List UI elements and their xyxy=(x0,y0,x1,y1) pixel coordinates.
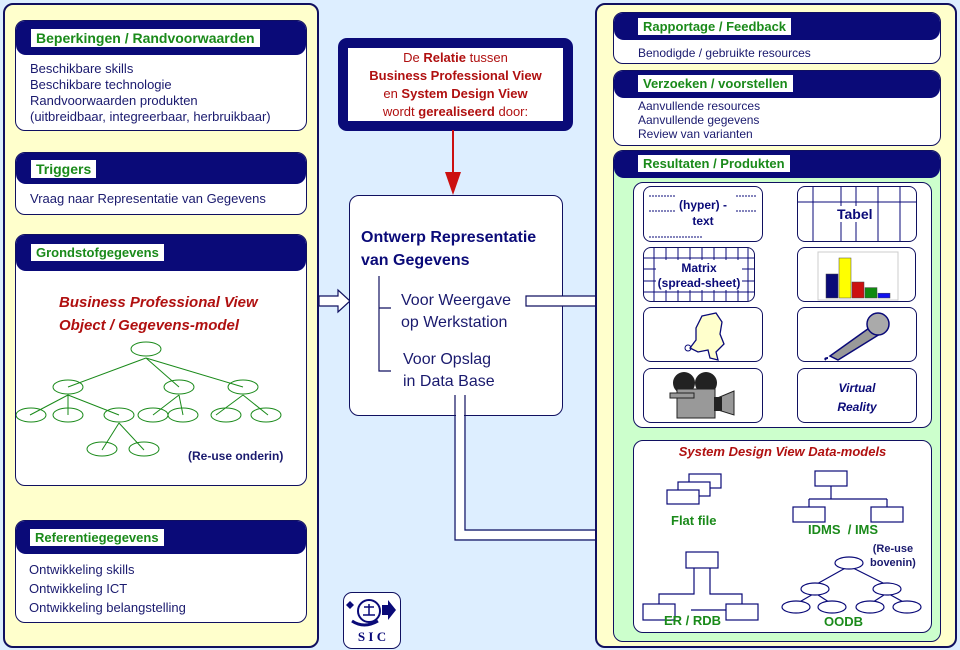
reference-box: Referentiegegevens Ontwikkeling skills On… xyxy=(15,520,307,623)
report-text: Benodigde / gebruikte resources xyxy=(638,46,811,60)
red-down-arrow-icon xyxy=(445,130,461,195)
bar-icon-mark xyxy=(825,273,839,299)
table-item[interactable]: Tabel xyxy=(797,186,917,242)
report-box: Rapportage / Feedback Benodigde / gebrui… xyxy=(613,12,941,64)
idms-label: IDMS / IMS xyxy=(808,522,879,537)
scale-logo-icon xyxy=(346,599,396,627)
bpv-label: Business Professional View xyxy=(59,294,258,311)
bar-icon-mark xyxy=(851,281,865,299)
bar-icon-mark xyxy=(864,287,878,299)
er-rdb-label: ER / RDB xyxy=(664,613,722,628)
object-model-label: Object / Gegevens-model xyxy=(59,317,240,334)
oodb-label: OODB xyxy=(824,614,863,629)
virtual-reality-item[interactable]: Virtual Reality xyxy=(797,368,917,423)
hollow-right-arrow-icon xyxy=(318,288,351,314)
relation-box: De Relatie tussen Business Professional … xyxy=(338,38,573,131)
bar-chart-icon xyxy=(817,251,899,301)
constraints-title: Beperkingen / Randvoorwaarden xyxy=(31,29,260,47)
requests-title: Verzoeken / voorstellen xyxy=(638,75,793,92)
flat-file-label: Flat file xyxy=(671,513,717,528)
triggers-box: Triggers Vraag naar Representatie van Ge… xyxy=(15,152,307,215)
reference-title: Referentiegegevens xyxy=(30,529,164,546)
data-models-diagram xyxy=(642,470,922,621)
microphone-icon xyxy=(824,312,890,361)
bar-icon-mark xyxy=(877,292,891,299)
report-title: Rapportage / Feedback xyxy=(638,18,792,35)
requests-list: Aanvullende resources Aanvullende gegeven… xyxy=(638,99,761,141)
triggers-text: Vraag naar Representatie van Gegevens xyxy=(30,191,266,206)
reuse-below-note: (Re-use onderin) xyxy=(188,449,284,463)
triggers-title: Triggers xyxy=(31,160,97,178)
reuse-above-note: (Re-use bovenin) xyxy=(870,543,916,569)
object-tree-diagram xyxy=(16,341,282,457)
hypertext-item[interactable]: (hyper) - text xyxy=(643,186,763,242)
requests-box: Verzoeken / voorstellen Aanvullende reso… xyxy=(613,70,941,146)
constraints-list: Beschikbare skills Beschikbare technologi… xyxy=(30,61,271,124)
design-title-1: Ontwerp Representatie xyxy=(361,229,537,246)
data-models-box: System Design View Data-models Flat file… xyxy=(633,440,932,633)
raw-data-box: Grondstofgegevens Business Professional … xyxy=(15,234,307,486)
sic-logo: S I C xyxy=(343,592,401,649)
map-item[interactable] xyxy=(643,307,763,362)
matrix-item[interactable]: Matrix (spread-sheet) xyxy=(643,247,755,302)
bracket-lines xyxy=(378,276,391,372)
bar-chart-item[interactable] xyxy=(797,247,916,302)
microphone-item[interactable] xyxy=(797,307,917,362)
netherlands-map-icon xyxy=(684,312,725,361)
products-grid: (hyper) - text Tabel Matrix (spread-sheet)… xyxy=(633,182,932,428)
reference-list: Ontwikkeling skills Ontwikkeling ICT Ontwi… xyxy=(29,562,186,615)
constraints-box: Beperkingen / Randvoorwaarden Beschikbar… xyxy=(15,20,307,131)
video-item[interactable] xyxy=(643,368,763,423)
bar-icon-mark xyxy=(838,257,852,299)
raw-data-title: Grondstofgegevens xyxy=(31,244,164,261)
design-title-2: van Gegevens xyxy=(361,252,470,269)
results-title: Resultaten / Produkten xyxy=(638,155,790,172)
film-camera-icon xyxy=(669,372,735,419)
